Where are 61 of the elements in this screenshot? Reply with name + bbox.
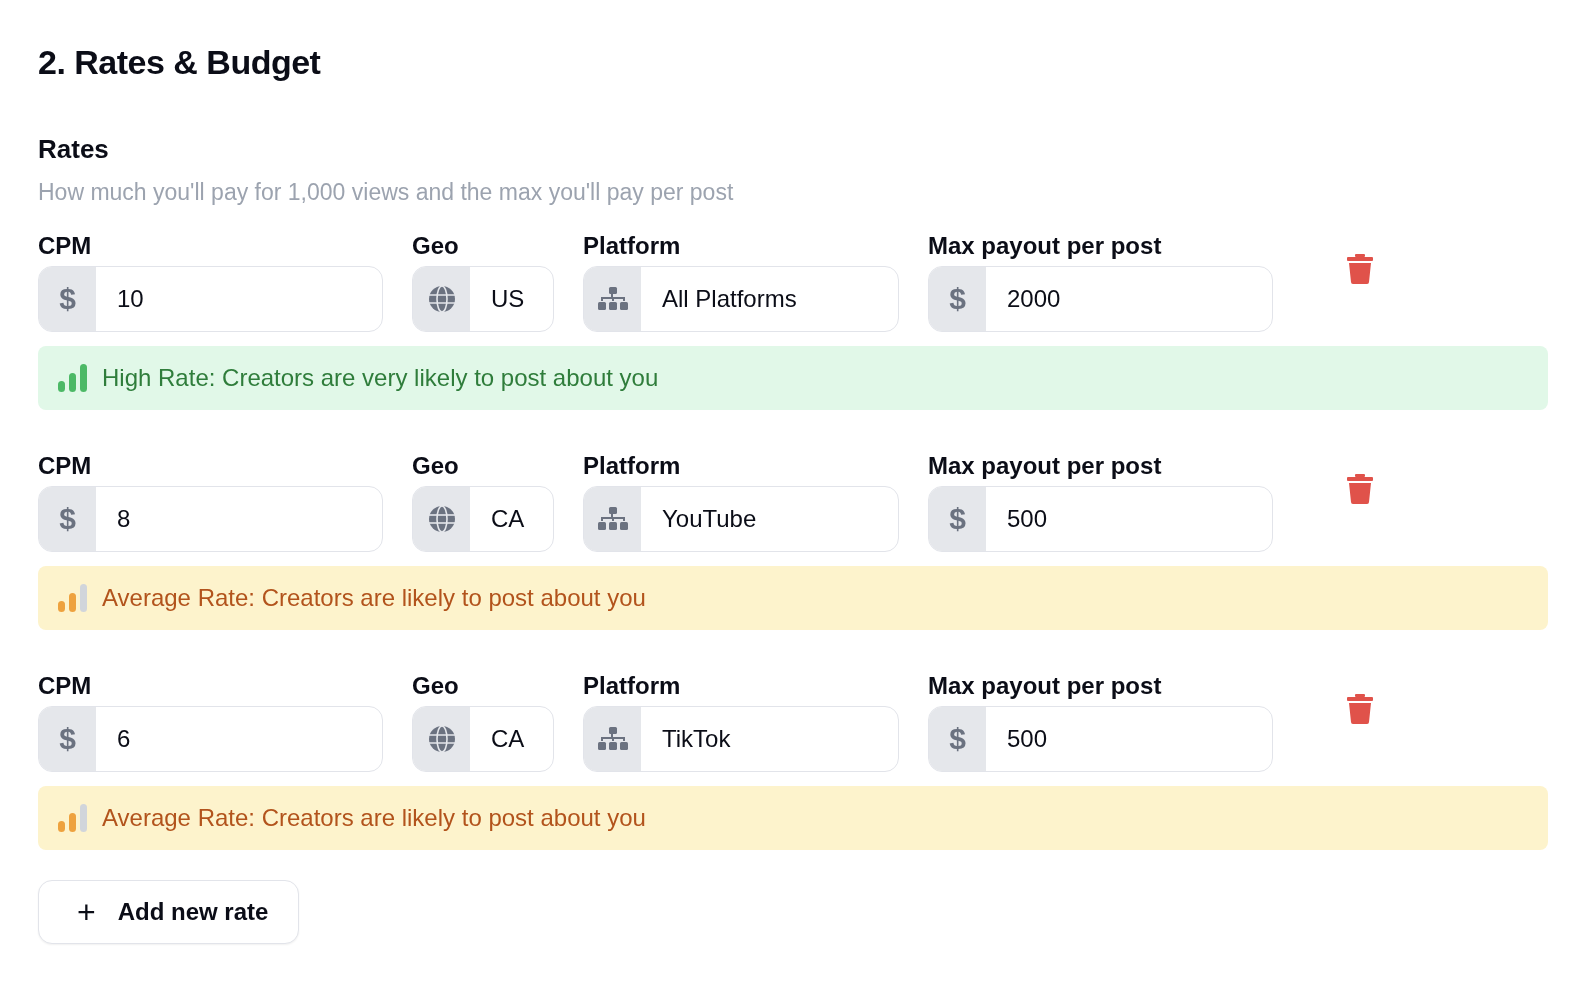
platform-value: YouTube	[661, 504, 757, 534]
add-rate-button[interactable]: + Add new rate	[38, 880, 300, 944]
platform-field[interactable]: All Platforms	[583, 266, 899, 332]
max-payout-value: 2000	[1006, 284, 1061, 314]
dollar-prefix: $	[929, 487, 986, 551]
field-label: Platform	[583, 672, 682, 700]
platform-value: TikTok	[661, 724, 731, 754]
cpm-field[interactable]: $ 8	[38, 486, 383, 552]
delete-button[interactable]	[1347, 474, 1373, 504]
field-label: CPM	[38, 452, 93, 480]
hierarchy-icon	[597, 287, 628, 311]
dollar-prefix: $	[39, 267, 96, 331]
dollar-prefix: $	[929, 267, 986, 331]
rate-notice-text: Average Rate: Creators are likely to post about you	[102, 804, 646, 832]
geo-field[interactable]: US	[412, 266, 554, 332]
geo-field[interactable]: CA	[412, 486, 554, 552]
rate-notice-text: Average Rate: Creators are likely to post about you	[102, 584, 646, 612]
dollar-prefix: $	[39, 707, 96, 771]
field-label: Max payout per post	[928, 232, 1163, 260]
max-payout-value: 500	[1006, 504, 1048, 534]
signal-bars-icon	[58, 364, 88, 392]
geo-value: CA	[490, 724, 525, 754]
cpm-value: 8	[116, 504, 131, 534]
platform-field[interactable]: YouTube	[583, 486, 899, 552]
rates-heading: Rates	[38, 134, 110, 165]
geo-value: US	[490, 284, 525, 314]
geo-field[interactable]: CA	[412, 706, 554, 772]
field-label: Geo	[412, 672, 460, 700]
rate-notice-text: High Rate: Creators are very likely to post about you	[102, 364, 659, 392]
delete-button[interactable]	[1347, 694, 1373, 724]
dollar-prefix: $	[39, 487, 96, 551]
field-label: Platform	[583, 452, 682, 480]
globe-icon	[427, 285, 456, 313]
hierarchy-icon	[597, 727, 628, 751]
globe-icon	[427, 725, 456, 753]
max-payout-field[interactable]: $ 2000	[928, 266, 1273, 332]
delete-button[interactable]	[1347, 254, 1373, 284]
field-label: Max payout per post	[928, 672, 1163, 700]
max-payout-field[interactable]: $ 500	[928, 706, 1273, 772]
rates-description: How much you'll pay for 1,000 views and the max you'll pay per post	[38, 179, 735, 206]
field-label: CPM	[38, 232, 93, 260]
signal-bars-icon	[58, 804, 88, 832]
platform-value: All Platforms	[661, 284, 797, 314]
cpm-field[interactable]: $ 10	[38, 266, 383, 332]
globe-icon	[427, 505, 456, 533]
platform-field[interactable]: TikTok	[583, 706, 899, 772]
cpm-value: 6	[116, 724, 131, 754]
cpm-field[interactable]: $ 6	[38, 706, 383, 772]
field-label: CPM	[38, 672, 93, 700]
field-label: Geo	[412, 232, 460, 260]
max-payout-value: 500	[1006, 724, 1048, 754]
geo-value: CA	[490, 504, 525, 534]
cpm-value: 10	[116, 284, 144, 314]
hierarchy-icon	[597, 507, 628, 531]
max-payout-field[interactable]: $ 500	[928, 486, 1273, 552]
field-label: Max payout per post	[928, 452, 1163, 480]
signal-bars-icon	[58, 584, 88, 612]
field-label: Geo	[412, 452, 460, 480]
field-label: Platform	[583, 232, 682, 260]
section-title: 2. Rates & Budget	[38, 43, 322, 82]
dollar-prefix: $	[929, 707, 986, 771]
